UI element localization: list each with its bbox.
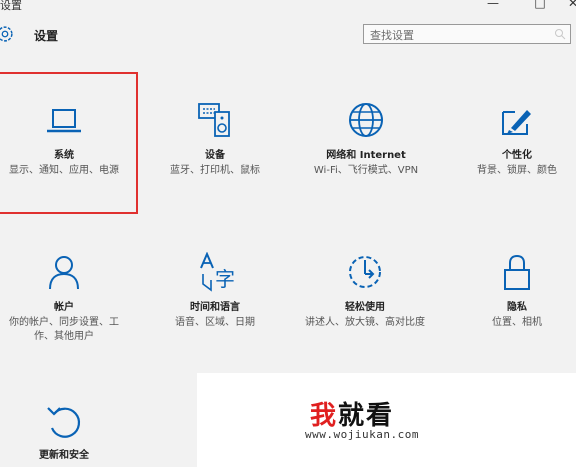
lock-icon <box>504 254 530 290</box>
maximize-button[interactable]: □ <box>530 0 550 10</box>
tile-subtitle: Wi-Fi、飞行模式、VPN <box>313 165 419 176</box>
person-icon <box>49 256 79 290</box>
tile-title: 系统 <box>54 150 74 161</box>
watermark-logo-part2: 就看 <box>338 401 395 431</box>
laptop-icon <box>47 109 81 133</box>
tile-title: 网络和 Internet <box>326 150 406 161</box>
tile-title: 设备 <box>205 150 225 161</box>
ease-of-access-icon <box>349 256 381 288</box>
tile-title: 隐私 <box>507 302 527 313</box>
tile-privacy[interactable]: 隐私 位置、相机 <box>466 252 568 330</box>
paint-brush-icon <box>502 110 531 135</box>
tile-subtitle: 你的帐户、同步设置、工作、其他用户 <box>9 317 119 342</box>
language-icon: 字 <box>200 252 235 292</box>
tile-title: 帐户 <box>54 302 74 313</box>
watermark-logo: 我就看 <box>310 395 394 432</box>
search-placeholder: 查找设置 <box>370 29 414 42</box>
close-button[interactable]: ✕ <box>563 0 576 10</box>
tile-title: 轻松使用 <box>345 302 385 313</box>
gear-icon <box>0 26 13 42</box>
search-input[interactable]: 查找设置 <box>363 24 571 44</box>
window-title: 设置 <box>0 0 22 12</box>
tile-personalization[interactable]: 个性化 背景、锁屏、颜色 <box>466 102 568 178</box>
tile-devices[interactable]: 设备 蓝牙、打印机、鼠标 <box>150 100 280 178</box>
tile-subtitle: 位置、相机 <box>492 317 542 328</box>
tile-title: 时间和语言 <box>190 302 240 313</box>
tile-time-language[interactable]: 字 时间和语言 语音、区域、日期 <box>150 252 280 330</box>
tile-subtitle: 蓝牙、打印机、鼠标 <box>170 165 260 176</box>
tile-subtitle: 讲述人、放大镜、高对比度 <box>305 317 425 328</box>
watermark-url: www.wojiukan.com <box>305 428 419 441</box>
tile-ease-of-access[interactable]: 轻松使用 讲述人、放大镜、高对比度 <box>300 252 430 330</box>
page-title: 设置 <box>34 29 59 43</box>
tile-subtitle: 语音、区域、日期 <box>175 317 255 328</box>
tile-subtitle: 显示、通知、应用、电源 <box>9 165 119 176</box>
title-bar: 设置 — □ ✕ <box>0 0 576 16</box>
tile-title: 个性化 <box>502 150 532 161</box>
keyboard-speaker-icon <box>198 103 230 137</box>
update-icon <box>47 407 81 438</box>
tile-title: 更新和安全 <box>39 450 89 461</box>
watermark-logo-part1: 我 <box>310 401 339 431</box>
tile-subtitle: 背景、锁屏、颜色 <box>477 165 557 176</box>
tile-network[interactable]: 网络和 Internet Wi-Fi、飞行模式、VPN <box>296 100 436 178</box>
tile-accounts[interactable]: 帐户 你的帐户、同步设置、工作、其他用户 <box>0 252 128 344</box>
watermark: 我就看 www.wojiukan.com <box>197 373 576 467</box>
minimize-button[interactable]: — <box>483 0 503 10</box>
tile-update-security[interactable]: 更新和安全 <box>0 402 128 461</box>
svg-text:字: 字 <box>215 267 235 291</box>
globe-icon <box>349 103 383 137</box>
search-icon <box>555 29 566 40</box>
tile-system[interactable]: 系统 显示、通知、应用、电源 <box>0 104 128 178</box>
